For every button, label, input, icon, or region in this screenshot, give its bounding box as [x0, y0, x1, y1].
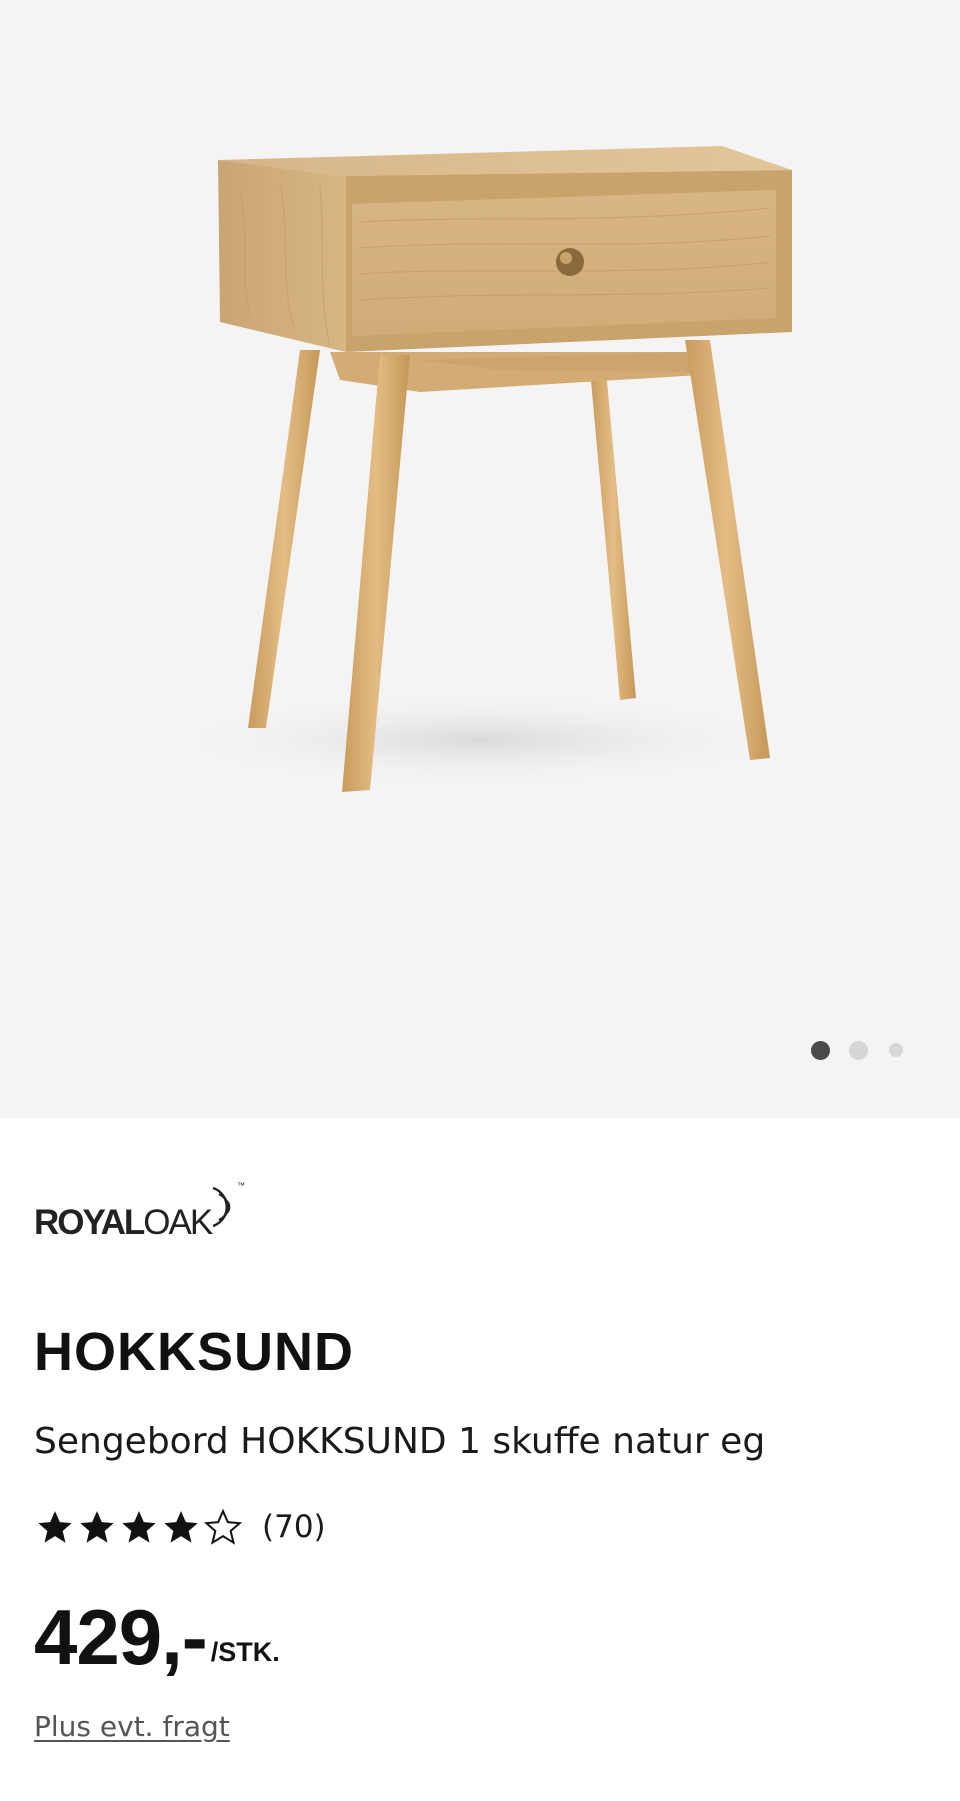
star-filled-icon [38, 1511, 72, 1543]
product-rating[interactable]: (70) [34, 1505, 326, 1549]
brand-logo[interactable]: ROYAL OAK ™ [34, 1170, 249, 1240]
pagination-dot-active[interactable] [811, 1041, 830, 1060]
pagination-dot[interactable] [849, 1041, 868, 1060]
shipping-info-link[interactable]: Plus evt. fragt [34, 1710, 230, 1743]
brand-name-light: OAK [143, 1203, 213, 1242]
product-title: HOKKSUND [34, 1322, 355, 1382]
product-description: Sengebord HOKKSUND 1 skuffe natur eg [34, 1421, 766, 1462]
price-value: 429,- [34, 1593, 208, 1681]
review-count[interactable]: (70) [262, 1509, 326, 1545]
star-filled-icon [164, 1511, 198, 1543]
price-unit: /STK. [210, 1637, 280, 1667]
nightstand-image [150, 146, 810, 792]
star-filled-icon [80, 1511, 114, 1543]
brand-arcs-icon: ™ [212, 1181, 245, 1228]
star-filled-icon [122, 1511, 156, 1543]
rating-stars [34, 1507, 244, 1547]
product-page: ROYAL OAK ™ HOKKSUND Sengebord HOKKSUND … [0, 0, 960, 1801]
price-block: 429,- /STK. [34, 1598, 280, 1676]
star-empty-icon [203, 1508, 243, 1545]
trademark-symbol: ™ [237, 1181, 245, 1190]
product-image-gallery[interactable] [0, 0, 960, 1118]
brand-name-bold: ROYAL [34, 1203, 145, 1242]
pagination-dot[interactable] [889, 1043, 903, 1057]
